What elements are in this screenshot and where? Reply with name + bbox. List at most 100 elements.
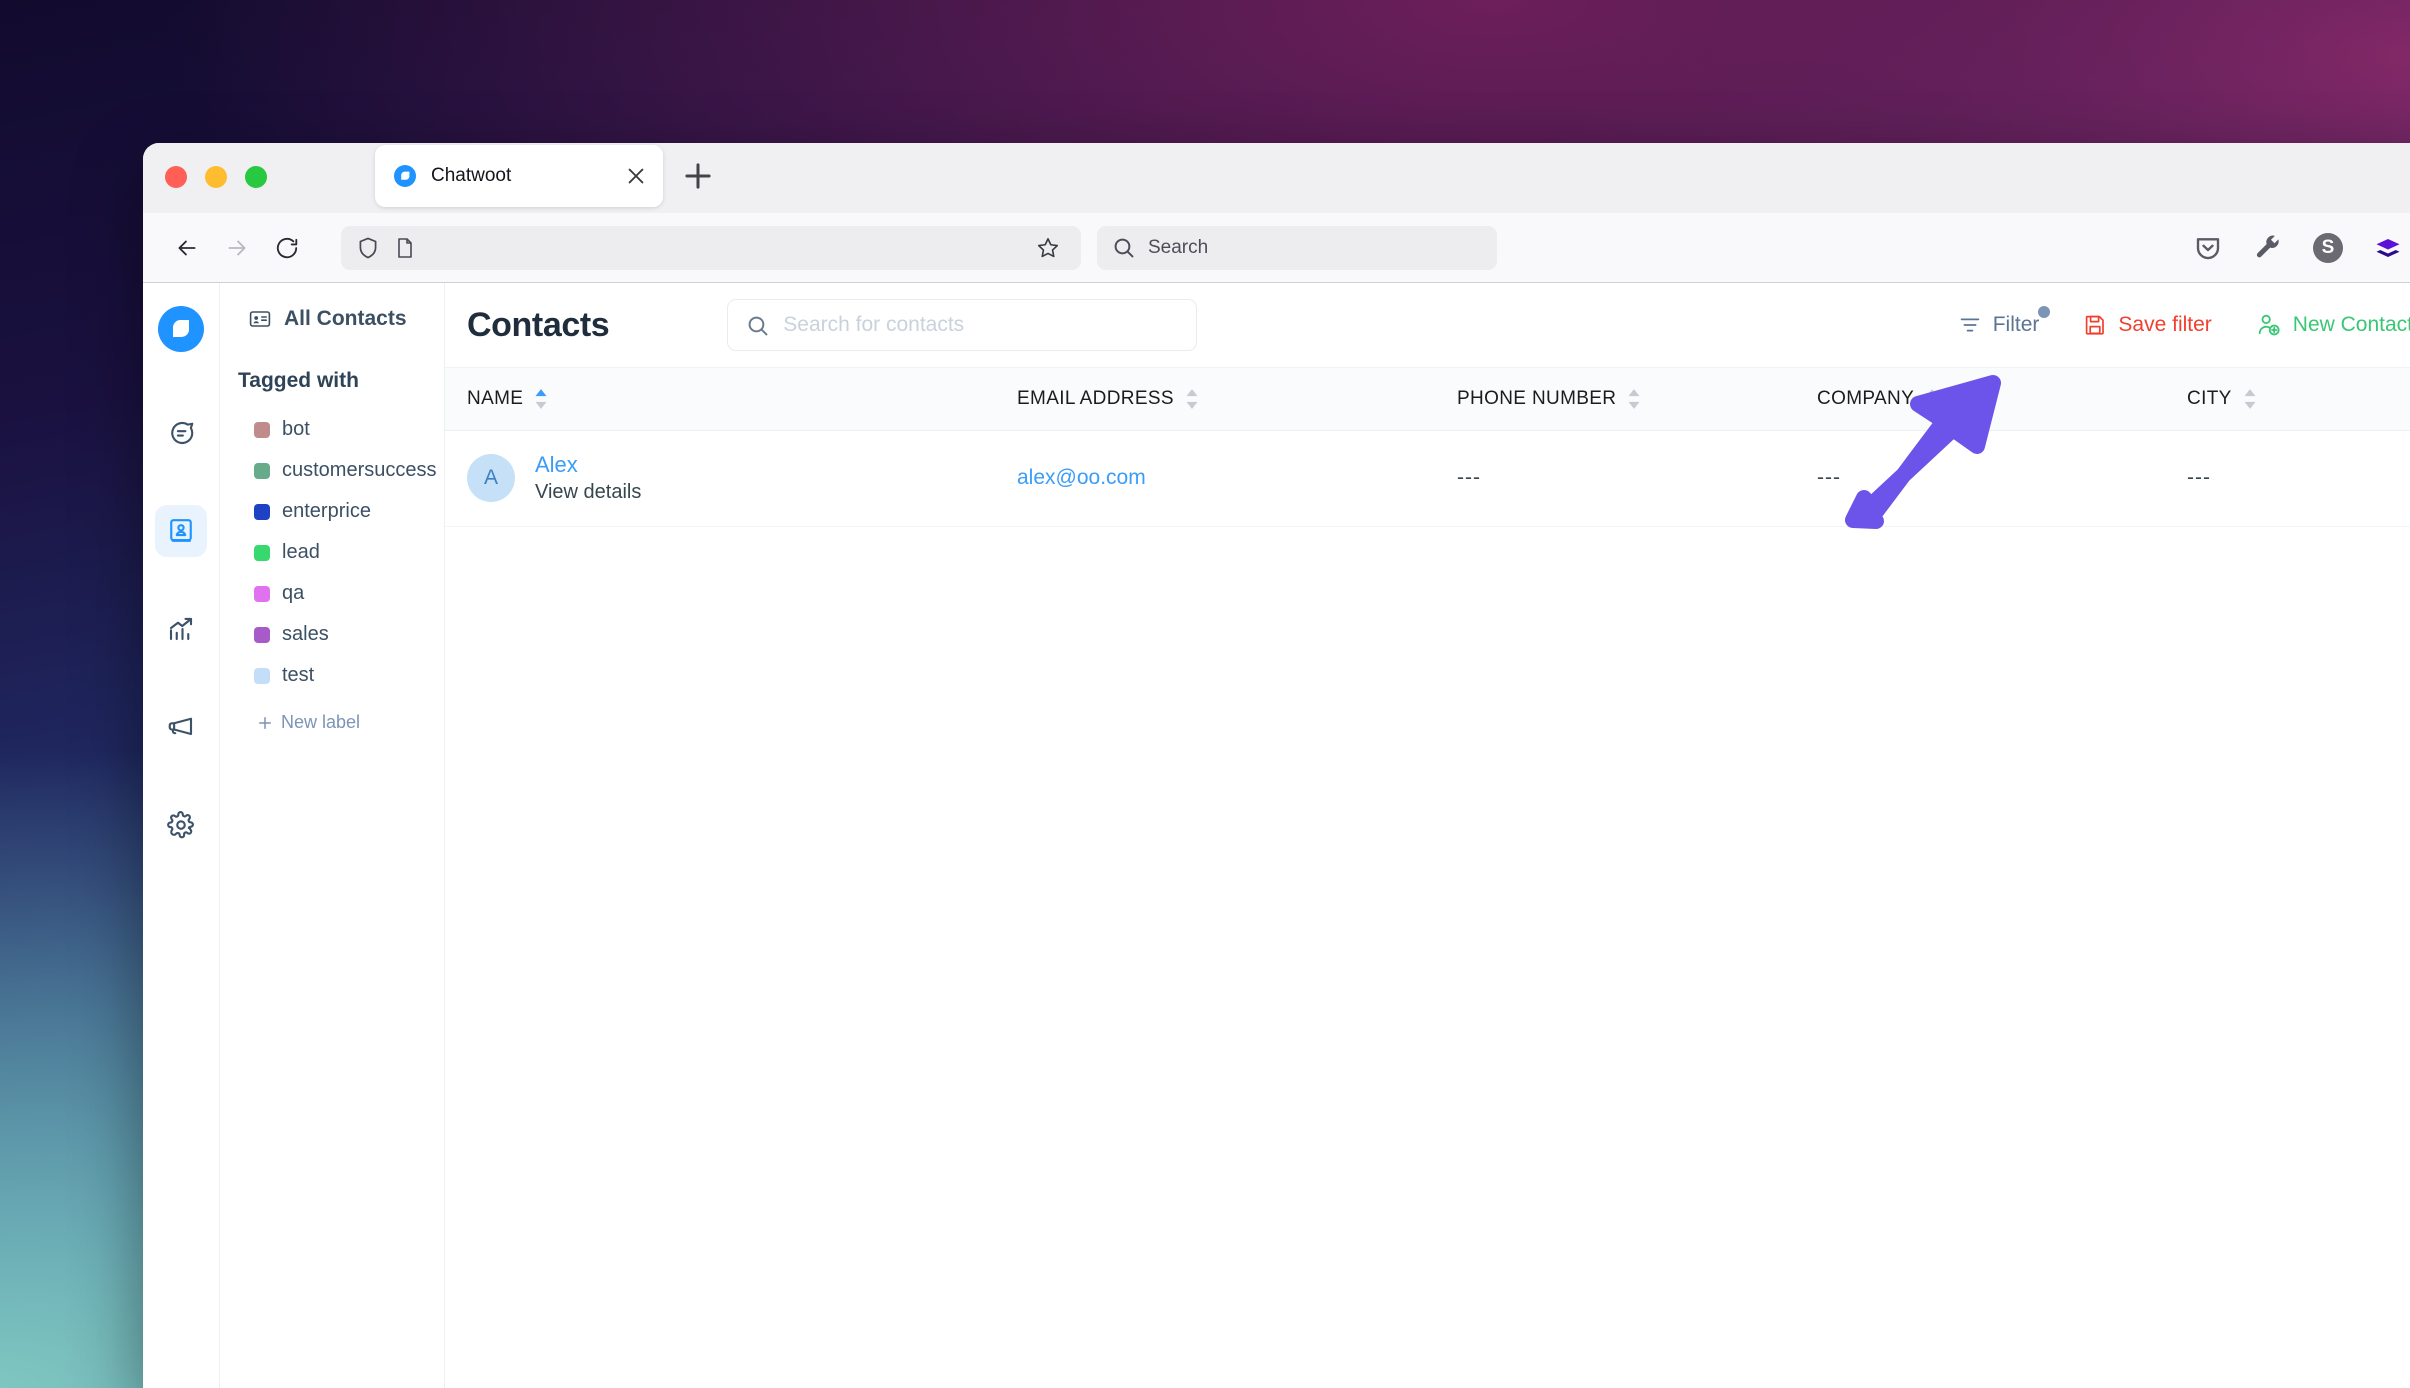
account-avatar[interactable]: S <box>2313 232 2343 263</box>
label-name: test <box>282 664 315 686</box>
contact-name-link[interactable]: Alex <box>535 452 641 477</box>
column-header-label: NAME <box>467 387 524 409</box>
layers-extension-icon[interactable] <box>2373 233 2403 263</box>
label-color-swatch <box>254 503 270 520</box>
column-header-label: CITY <box>2187 387 2232 409</box>
browser-tab-strip: Chatwoot <box>143 143 2410 213</box>
list-item[interactable]: test <box>220 655 444 696</box>
table-body: A Alex View details alex@oo.com --- --- … <box>445 430 2410 527</box>
browser-search-placeholder: Search <box>1148 236 1209 258</box>
contact-card-icon <box>249 311 271 327</box>
browser-extensions: S <box>2193 232 2410 263</box>
shield-icon <box>359 237 377 258</box>
cell-city: --- <box>2165 430 2410 527</box>
sidebar-item-settings[interactable] <box>155 799 207 851</box>
desktop-background: Chatwoot Search S All Contacts Tagged wi… <box>0 0 2410 1388</box>
browser-search-bar[interactable]: Search <box>1097 225 1497 270</box>
sidebar-item-contacts[interactable] <box>155 505 207 557</box>
close-icon[interactable] <box>625 165 647 187</box>
column-header-label: EMAIL ADDRESS <box>1017 387 1174 409</box>
column-header-email[interactable]: EMAIL ADDRESS <box>995 368 1435 431</box>
label-name: lead <box>282 541 320 563</box>
sort-arrows-icon <box>2244 388 2256 409</box>
list-item[interactable]: bot <box>220 409 444 450</box>
new-contact-button[interactable]: New Contact <box>2256 312 2410 338</box>
filter-button[interactable]: Filter <box>1958 306 2051 337</box>
window-traffic-lights <box>165 143 267 213</box>
arrow-left-icon <box>178 240 196 255</box>
labels-sidebar: All Contacts Tagged with bot customersuc… <box>220 283 445 1388</box>
minimize-window-button[interactable] <box>205 166 227 188</box>
column-header-city[interactable]: CITY <box>2165 368 2410 431</box>
back-button[interactable] <box>165 226 209 270</box>
star-icon[interactable] <box>1035 235 1061 261</box>
label-name: enterprice <box>282 500 371 522</box>
list-item[interactable]: sales <box>220 614 444 655</box>
contacts-main-panel: Contacts Search for contacts Filter Save… <box>445 283 2410 1388</box>
label-color-swatch <box>254 462 270 479</box>
view-details-link[interactable]: View details <box>535 481 641 504</box>
chatwoot-app: All Contacts Tagged with bot customersuc… <box>143 283 2410 1388</box>
tagged-with-heading: Tagged with <box>238 369 359 392</box>
label-color-swatch <box>254 421 270 438</box>
table-header: NAME EMAIL ADDRESS PHONE NUMBER COMPANY … <box>445 368 2410 431</box>
list-item[interactable]: qa <box>220 573 444 614</box>
page-icon <box>398 237 412 258</box>
header-actions: Filter Save filter New Contact <box>1958 306 2410 338</box>
sort-arrows-icon <box>1926 388 1938 409</box>
contact-book-icon <box>170 519 192 542</box>
label-list: bot customersuccess enterprice lead qa s… <box>220 409 444 696</box>
label-name: sales <box>282 623 329 645</box>
all-contacts-label: All Contacts <box>284 307 407 330</box>
contacts-search-input[interactable]: Search for contacts <box>727 299 1198 351</box>
chart-trend-icon <box>169 617 193 641</box>
save-filter-button[interactable]: Save filter <box>2083 313 2212 337</box>
account-avatar-letter: S <box>2321 236 2335 258</box>
column-header-name[interactable]: NAME <box>445 368 995 431</box>
list-item[interactable]: lead <box>220 532 444 573</box>
list-item[interactable]: enterprice <box>220 491 444 532</box>
sidebar-item-reports[interactable] <box>155 603 207 655</box>
chatwoot-logo-icon[interactable] <box>157 305 205 353</box>
search-icon <box>748 316 768 335</box>
browser-tab[interactable]: Chatwoot <box>375 145 663 207</box>
column-header-phone[interactable]: PHONE NUMBER <box>1435 368 1795 431</box>
save-disk-icon <box>2086 315 2105 335</box>
avatar-letter: A <box>483 465 498 489</box>
column-header-label: PHONE NUMBER <box>1457 387 1617 409</box>
browser-navigation-bar: Search S <box>143 213 2410 283</box>
maximize-window-button[interactable] <box>245 166 267 188</box>
contacts-header: Contacts Search for contacts Filter Save… <box>445 283 2410 368</box>
filter-active-badge <box>2038 306 2051 318</box>
list-item[interactable]: customersuccess <box>220 450 444 491</box>
cell-email: alex@oo.com <box>995 430 1435 527</box>
label-color-swatch <box>254 667 270 684</box>
contacts-table: NAME EMAIL ADDRESS PHONE NUMBER COMPANY … <box>445 368 2410 527</box>
plus-icon <box>259 716 271 729</box>
wrench-icon[interactable] <box>2253 233 2283 263</box>
new-label-button[interactable]: New label <box>220 696 444 733</box>
sidebar-item-all-contacts[interactable]: All Contacts <box>220 307 444 331</box>
browser-window: Chatwoot Search S All Contacts Tagged wi… <box>143 143 2410 1388</box>
sidebar-item-campaigns[interactable] <box>155 701 207 753</box>
contact-phone: --- <box>1457 466 1481 489</box>
contacts-search-placeholder: Search for contacts <box>783 313 965 336</box>
contact-email-link[interactable]: alex@oo.com <box>1017 466 1146 489</box>
address-bar[interactable] <box>341 225 1081 270</box>
forward-button[interactable] <box>215 226 259 270</box>
column-header-label: COMPANY <box>1817 387 1915 409</box>
pocket-icon[interactable] <box>2193 233 2223 263</box>
cell-name: A Alex View details <box>445 430 995 527</box>
column-header-company[interactable]: COMPANY <box>1795 368 2165 431</box>
arrow-right-icon <box>228 240 246 255</box>
reload-button[interactable] <box>265 226 309 270</box>
table-row[interactable]: A Alex View details alex@oo.com --- --- … <box>445 430 2410 527</box>
plus-icon[interactable] <box>679 157 717 195</box>
label-name: customersuccess <box>282 459 437 481</box>
label-color-swatch <box>254 544 270 561</box>
primary-nav-rail <box>143 283 220 1388</box>
sidebar-item-conversations[interactable] <box>155 407 207 459</box>
close-window-button[interactable] <box>165 166 187 188</box>
user-plus-icon <box>2258 314 2280 336</box>
label-color-swatch <box>254 585 270 602</box>
